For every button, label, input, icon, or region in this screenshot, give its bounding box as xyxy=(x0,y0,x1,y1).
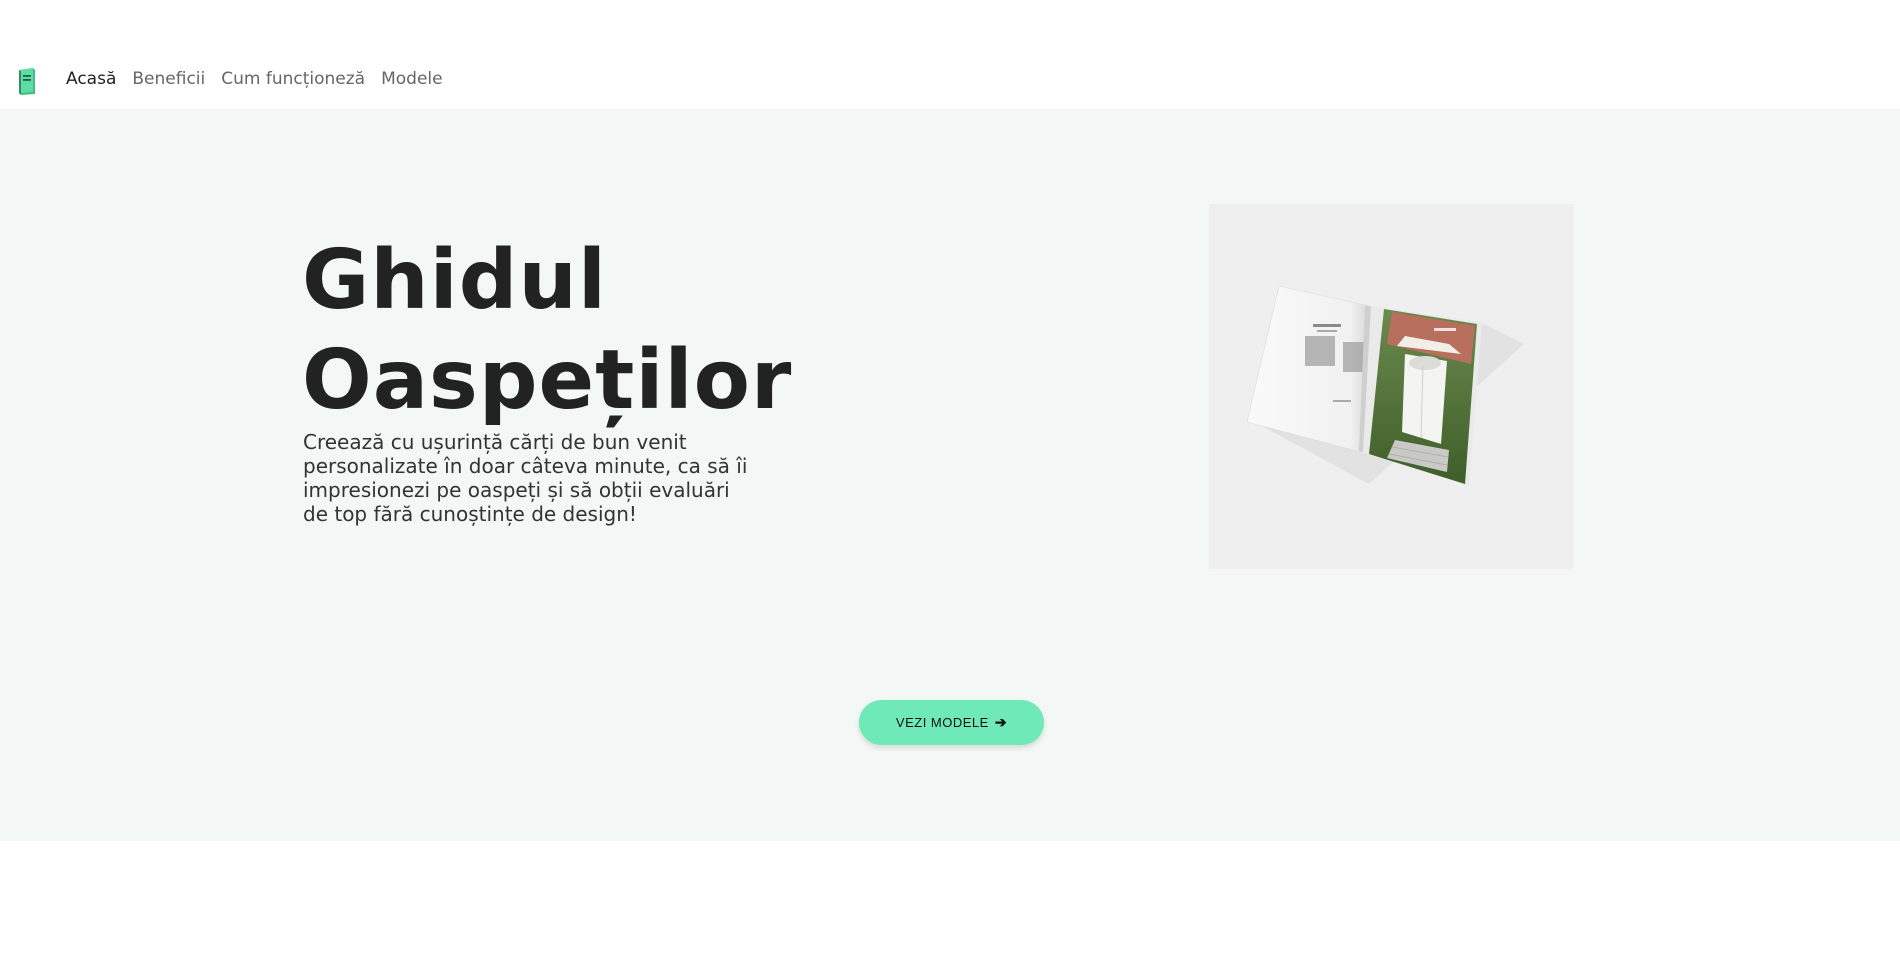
magazine-image xyxy=(1209,204,1574,569)
see-models-button[interactable]: VEZI MODELE ➔ xyxy=(859,700,1044,745)
nav-link-modele[interactable]: Modele xyxy=(381,69,443,89)
open-magazine-mockup-icon xyxy=(1246,285,1524,486)
nav-link-cum-functioneaza[interactable]: Cum funcționeză xyxy=(221,69,365,89)
hero-title-line-2: Oaspeților xyxy=(302,333,793,428)
hero-section: Ghidul Oaspeților Creează cu ușurință că… xyxy=(0,109,1900,841)
arrow-right-icon: ➔ xyxy=(994,714,1008,730)
hero-title-line-1: Ghidul xyxy=(302,233,607,328)
nav-link-acasa[interactable]: Acasă xyxy=(66,69,116,89)
book-icon[interactable] xyxy=(16,66,38,96)
hero-description: Creează cu ușurință cărți de bun venit p… xyxy=(303,430,748,526)
main-nav: Acasă Beneficii Cum funcționeză Modele xyxy=(66,69,443,89)
nav-link-beneficii[interactable]: Beneficii xyxy=(132,69,205,89)
see-models-label: VEZI MODELE xyxy=(895,715,989,730)
navbar: Acasă Beneficii Cum funcționeză Modele xyxy=(0,0,1900,109)
hero-title: Ghidul Oaspeților xyxy=(302,231,792,431)
